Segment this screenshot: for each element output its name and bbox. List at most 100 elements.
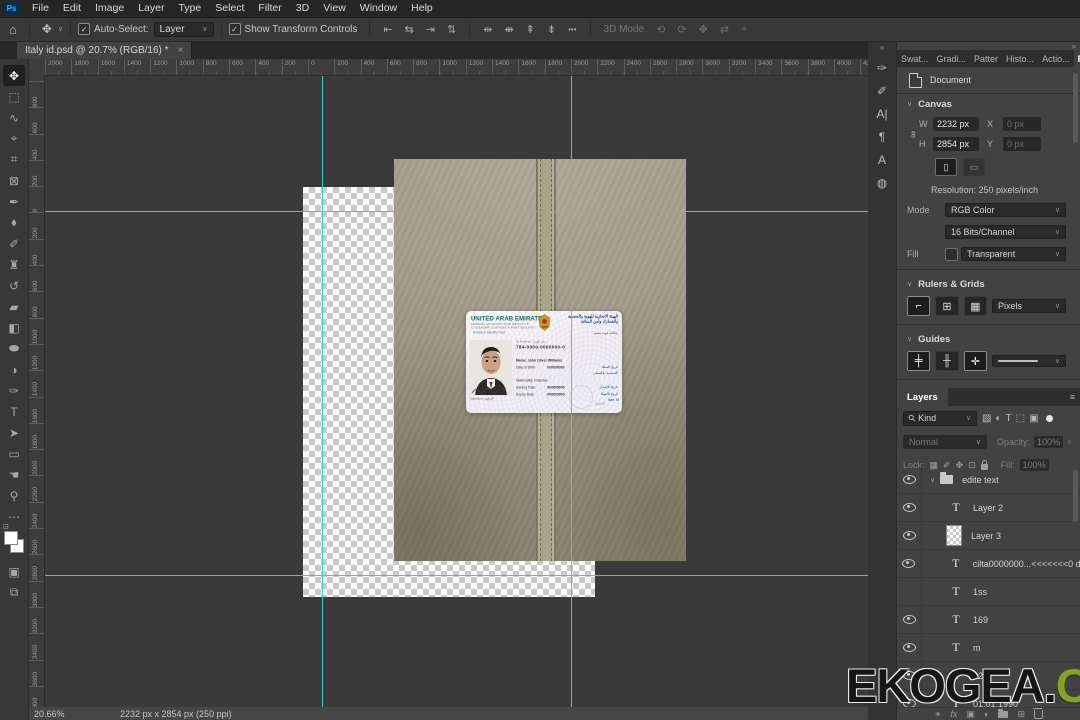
visibility-toggle[interactable] [897,466,922,493]
distribute-horizontal-icon[interactable]: ⇼ [498,23,519,36]
filter-adjustment-layers-icon[interactable]: ◐ [993,413,1003,424]
gradient-tool[interactable]: ◧ [3,317,25,338]
quick-mask-icon[interactable]: ▣ [3,561,25,582]
more-options-icon[interactable]: ••• [562,25,582,34]
hand-tool[interactable]: ☚ [3,464,25,485]
clone-stamp-tool[interactable]: ♜ [3,254,25,275]
panel-tab[interactable]: Gradi... [933,50,971,67]
rulers-grids-section-header[interactable]: ∨ Rulers & Grids [897,274,1080,294]
guide-style-dropdown[interactable]: ∨ [992,355,1066,367]
healing-brush-tool[interactable]: ⬧ [3,212,25,233]
layer-name[interactable]: m [973,643,981,653]
auto-select-dropdown[interactable]: Layer ∨ [154,22,214,37]
visibility-toggle[interactable] [897,634,922,661]
blur-tool[interactable]: ⬬ [3,338,25,359]
group-chevron-icon[interactable]: ∨ [930,476,935,484]
horizontal-ruler[interactable]: 2000180016001400120010008006004002000200… [45,59,868,76]
menu-item[interactable]: File [25,0,56,17]
show-transform-checkbox[interactable]: ✓ [229,23,241,35]
shape-tool[interactable]: ▭ [3,443,25,464]
crop-tool[interactable]: ⌗ [3,149,25,170]
expand-panels-icon[interactable]: » [880,43,884,52]
layer-name[interactable]: Layer 2 [973,503,1003,513]
layer-row[interactable]: ∨ T cilta0000000...<<<<<<<0 d [897,550,1080,578]
filter-type-layers-icon[interactable]: T [1004,413,1014,424]
width-field[interactable]: 2232 px [933,117,979,131]
brush-settings-panel-icon[interactable]: ✑ [871,57,893,78]
layer-row[interactable]: ∨ T edite text [897,466,1080,494]
distribute-left-icon[interactable]: ⇹ [477,23,498,36]
tool-preset-caret-icon[interactable]: ∨ [58,25,63,33]
home-icon[interactable]: ⌂ [4,22,22,37]
layer-name[interactable]: cilta0000000...<<<<<<<0 d [973,559,1080,569]
vertical-ruler[interactable]: 8006004002000200400600800100012001400160… [28,75,45,707]
lock-guides-button[interactable]: ╫ [935,351,958,371]
default-colors-icon[interactable]: ◲ [3,523,9,530]
toggle-snap-button[interactable]: ▦ [964,296,987,316]
layer-row[interactable]: ∨ T Layer 3 [897,522,1080,550]
screen-mode-icon[interactable]: ⧉ [3,582,25,603]
align-right-edges-icon[interactable]: ⇥ [420,23,441,36]
path-selection-tool[interactable]: ➤ [3,422,25,443]
canvas-section-header[interactable]: ∨ Canvas [897,94,1080,114]
bit-depth-dropdown[interactable]: 16 Bits/Channel ∨ [945,225,1066,239]
x-field[interactable]: 0 px [1003,117,1041,131]
eraser-tool[interactable]: ▰ [3,296,25,317]
menu-item[interactable]: Type [171,0,208,17]
layer-name[interactable]: edite text [962,475,999,485]
close-tab-icon[interactable]: × [178,45,184,56]
visibility-toggle[interactable] [897,606,922,633]
document-tab[interactable]: Italy id.psd @ 20.7% (RGB/16) * × [17,41,192,59]
vertical-guide-1[interactable] [322,75,323,707]
toggle-guides-button[interactable]: ╪ [907,351,930,371]
brushes-panel-icon[interactable]: ✐ [871,80,893,101]
distribute-top-icon[interactable]: ⇞ [520,23,541,36]
menu-item[interactable]: Image [88,0,131,17]
color-swatches[interactable]: ◲ [4,531,24,553]
layer-filter-dropdown[interactable]: ⚲ Kind ∨ [903,411,977,426]
menu-item[interactable]: Window [353,0,404,17]
panel-tab[interactable]: Properties [1074,50,1080,67]
layers-scrollbar[interactable] [1073,470,1078,522]
layer-thumbnail[interactable] [946,525,962,546]
visibility-toggle[interactable] [897,522,922,549]
blend-mode-dropdown[interactable]: Normal ∨ [903,435,987,449]
dodge-tool[interactable]: ◑ [3,359,25,380]
zoom-tool[interactable]: ⚲ [3,485,25,506]
fill-dropdown[interactable]: Transparent ∨ [961,247,1066,261]
link-dimensions-icon[interactable]: ∞ [908,128,919,140]
align-left-edges-icon[interactable]: ⇤ [377,23,398,36]
layer-row[interactable]: ∨ T Layer 2 [897,494,1080,522]
opacity-field[interactable]: 100% [1034,436,1063,448]
align-horizontal-centers-icon[interactable]: ⇆ [399,23,420,36]
filter-shape-layers-icon[interactable]: ⬚ [1014,413,1027,424]
history-brush-tool[interactable]: ↺ [3,275,25,296]
fill-swatch[interactable] [945,248,958,261]
layer-name[interactable]: 1ss [973,587,987,597]
properties-scrollbar[interactable] [1073,73,1078,143]
horizontal-guide-1[interactable] [45,211,868,212]
units-dropdown[interactable]: Pixels ∨ [992,299,1066,313]
move-tool-preset-icon[interactable]: ✥ [37,22,57,36]
panel-tab[interactable]: Actio... [1038,50,1074,67]
foreground-color-swatch[interactable] [4,531,18,545]
layer-name[interactable]: 169 [973,615,988,625]
panel-tab[interactable]: Patter [970,50,1002,67]
panel-tab[interactable]: Swat... [897,50,933,67]
menu-item[interactable]: Edit [56,0,88,17]
id-card-layer[interactable]: UNITED ARAB EMIRATES FEDERAL AUTHORITY F… [466,311,622,413]
marquee-tool[interactable]: ⬚ [3,86,25,107]
vertical-guide-2[interactable] [571,75,572,707]
layer-row[interactable]: ∨ T 1ss [897,578,1080,606]
zoom-level-field[interactable]: 20.66% [34,709,86,719]
canvas-area[interactable]: UNITED ARAB EMIRATES FEDERAL AUTHORITY F… [45,75,868,707]
frame-tool[interactable]: ⊠ [3,170,25,191]
portrait-orientation-button[interactable]: ▯ [935,158,957,176]
menu-item[interactable]: Filter [251,0,288,17]
align-vertical-centers-icon[interactable]: ⇅ [441,23,462,36]
character-panel-icon[interactable]: A| [871,103,893,124]
height-field[interactable]: 2854 px [933,137,979,151]
toggle-grid-button[interactable]: ⊞ [935,296,958,316]
move-tool[interactable]: ✥ [3,65,25,86]
landscape-orientation-button[interactable]: ▭ [963,158,985,176]
